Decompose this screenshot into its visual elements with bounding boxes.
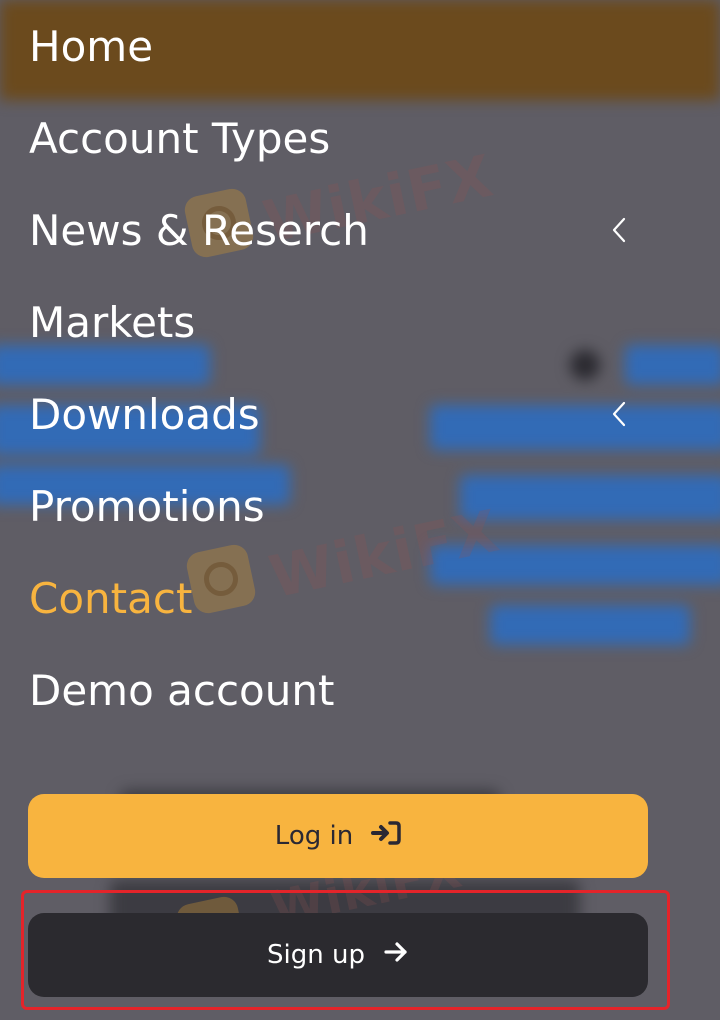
menu-item-news-research[interactable]: News & Reserch xyxy=(29,200,629,260)
login-button-label: Log in xyxy=(274,821,354,851)
signup-button-label: Sign up xyxy=(267,940,365,970)
menu-item-contact[interactable]: Contact xyxy=(29,568,629,628)
menu-item-label: Markets xyxy=(29,297,196,347)
arrow-right-icon xyxy=(383,940,409,971)
menu-item-label: Promotions xyxy=(29,481,265,531)
login-button[interactable]: Log in xyxy=(28,794,648,878)
menu-item-account-types[interactable]: Account Types xyxy=(29,108,629,168)
menu-item-label: Contact xyxy=(29,573,193,623)
blurred-block xyxy=(625,345,720,385)
menu-item-home[interactable]: Home xyxy=(29,16,629,76)
menu-item-label: News & Reserch xyxy=(29,205,369,255)
menu-item-downloads[interactable]: Downloads xyxy=(29,384,629,444)
menu-item-promotions[interactable]: Promotions xyxy=(29,476,629,536)
chevron-left-icon[interactable] xyxy=(609,399,629,429)
mobile-menu-screen: WikiFX WikiFX WikiFX Home Account Types … xyxy=(0,0,720,1020)
menu-item-label: Home xyxy=(29,21,154,71)
blurred-dot xyxy=(570,350,600,380)
menu-item-label: Account Types xyxy=(29,113,331,163)
chevron-left-icon[interactable] xyxy=(609,215,629,245)
menu-item-demo-account[interactable]: Demo account xyxy=(29,660,629,720)
signup-button[interactable]: Sign up xyxy=(28,913,648,997)
menu-item-markets[interactable]: Markets xyxy=(29,292,629,352)
menu-item-label: Demo account xyxy=(29,665,335,715)
sign-in-icon xyxy=(371,820,401,853)
menu-item-label: Downloads xyxy=(29,389,260,439)
